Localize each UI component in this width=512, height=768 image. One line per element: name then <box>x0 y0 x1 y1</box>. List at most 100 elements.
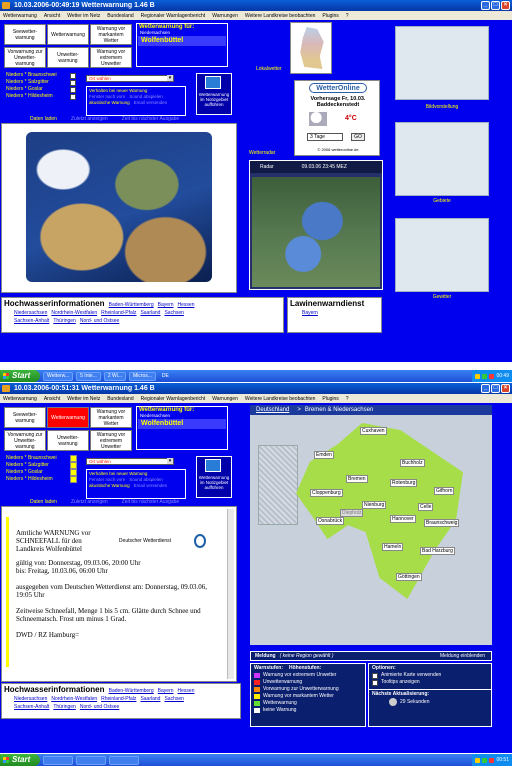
tab-hoehenstufen[interactable]: Höhenstufen: <box>289 665 321 671</box>
region-checkbox[interactable] <box>70 72 76 79</box>
link-saarland[interactable]: Saarland <box>140 310 160 316</box>
link-hessen[interactable]: Hessen <box>178 688 195 694</box>
menu-help[interactable]: ? <box>346 13 349 19</box>
region-item[interactable]: Nieders * Hildesheim <box>6 476 77 483</box>
tab-warnstufen[interactable]: Warnstufen: <box>254 665 283 671</box>
menu-bundesland[interactable]: Bundesland <box>107 396 133 402</box>
menu-wetter-im-netz[interactable]: Wetter im Netz <box>67 396 100 402</box>
seewetter-button[interactable]: Seewetter-warnung <box>4 24 46 45</box>
vorwarnung-button[interactable]: Vorwarnung zur Unwetter-warnung <box>4 430 46 451</box>
zuletzt-link[interactable]: Zuletzt anzeigen <box>71 499 108 505</box>
close-button[interactable]: × <box>501 1 510 10</box>
taskbar-button[interactable]: 2 Wi... <box>103 371 126 381</box>
language-indicator[interactable]: DE <box>162 373 169 379</box>
option-animated-map[interactable]: Animierte Karte verwenden <box>369 672 491 679</box>
region-checkbox[interactable] <box>70 93 76 100</box>
opt-akustisch[interactable]: akustische Warnung <box>89 483 130 489</box>
daten-laden-link[interactable]: Daten laden <box>30 116 57 122</box>
meldung-einblenden[interactable]: Meldung einblenden <box>440 652 485 660</box>
region-item[interactable]: Nieders * Goslar <box>6 469 77 476</box>
opt-akustisch[interactable]: akustische Warnung <box>89 100 130 106</box>
menu-plugins[interactable]: Plugins <box>322 13 338 19</box>
tray-icon[interactable] <box>482 373 488 379</box>
start-button[interactable]: Start <box>0 754 40 766</box>
menu-wetterwarnung[interactable]: Wetterwarnung <box>3 13 37 19</box>
link-niedersachsen[interactable]: Niedersachsen <box>14 310 47 316</box>
taskbar-button[interactable] <box>43 755 73 765</box>
region-item[interactable]: Nieders * Salzgitter <box>6 462 77 469</box>
tray-icon[interactable] <box>475 373 481 379</box>
ort-select[interactable]: Ort wählen <box>86 458 174 465</box>
daten-laden-link[interactable]: Daten laden <box>30 499 57 505</box>
extrem-button[interactable]: Warnung vor extremem Unwetter <box>90 47 132 68</box>
menu-landkreise[interactable]: Weitere Landkreise beobachten <box>245 396 316 402</box>
link-bayern[interactable]: Bayern <box>158 302 174 308</box>
link-bw[interactable]: Baden-Württemberg <box>109 302 154 308</box>
taskbar-button[interactable]: Micros... <box>129 371 156 381</box>
tray-icon[interactable] <box>475 757 481 763</box>
zeit-link[interactable]: Zeit bis nächster Ausgabe <box>122 116 180 122</box>
link-lawinen-bayern[interactable]: Bayern <box>302 310 318 316</box>
thumb-gebiete[interactable] <box>395 122 489 196</box>
checkbox-checked[interactable] <box>372 672 378 679</box>
menu-plugins[interactable]: Plugins <box>322 396 338 402</box>
link-bayern[interactable]: Bayern <box>158 688 174 694</box>
tray-icon[interactable] <box>489 757 495 763</box>
link-thueringen[interactable]: Thüringen <box>53 318 76 324</box>
option-tooltips[interactable]: Tooltips anzeigen <box>369 679 491 686</box>
extrem-button[interactable]: Warnung vor extremem Unwetter <box>90 430 132 451</box>
menu-wetterwarnung[interactable]: Wetterwarnung <box>3 396 37 402</box>
link-rlp[interactable]: Rheinland-Pfalz <box>101 310 136 316</box>
taskbar-button[interactable]: 5 Inte... <box>76 371 101 381</box>
close-button[interactable]: × <box>501 384 510 393</box>
thumb-gewitter[interactable] <box>395 218 489 292</box>
taskbar-button[interactable] <box>109 755 139 765</box>
region-checkbox[interactable] <box>70 86 76 93</box>
minimize-button[interactable]: _ <box>481 1 490 10</box>
menu-regionaler-warnlagenbericht[interactable]: Regionaler Warnlagenbericht <box>141 13 206 19</box>
region-item[interactable]: Nieders * Salzgitter <box>6 79 76 86</box>
tray-icon[interactable] <box>482 757 488 763</box>
vorwarnung-button[interactable]: Vorwarnung zur Unwetter-warnung <box>4 47 46 68</box>
region-checkbox[interactable] <box>70 79 76 86</box>
link-sachsen[interactable]: Sachsen <box>164 696 183 702</box>
days-select[interactable]: 3 Tage <box>307 133 343 141</box>
menu-warnungen[interactable]: Warnungen <box>212 396 238 402</box>
link-bw[interactable]: Baden-Württemberg <box>109 688 154 694</box>
wetterwarnung-button-active[interactable]: Wetterwarnung <box>47 407 89 428</box>
opt-email[interactable]: Email versenden <box>134 483 168 489</box>
seewetter-button[interactable]: Seewetter-warnung <box>4 407 46 428</box>
link-thueringen[interactable]: Thüringen <box>53 704 76 710</box>
thumb-bildvorstellung[interactable] <box>395 26 489 100</box>
taskbar-button[interactable]: Wetterw... <box>43 371 74 381</box>
link-sachsen-anhalt[interactable]: Sachsen-Anhalt <box>14 318 49 324</box>
tray-icon[interactable] <box>489 373 495 379</box>
markant-button[interactable]: Warnung vor markantem Wetter <box>90 24 132 45</box>
menu-landkreise[interactable]: Weitere Landkreise beobachten <box>245 13 316 19</box>
checkbox-checked[interactable] <box>372 679 378 686</box>
region-item[interactable]: Nieders * Hildesheim <box>6 93 76 100</box>
notify-tray-button[interactable]: Wetterwarnung im Notizgebiet aufführen <box>196 456 232 498</box>
region-item[interactable]: Nieders * Braunschwei <box>6 72 76 79</box>
start-button[interactable]: Start <box>0 370 40 382</box>
minimize-button[interactable]: _ <box>481 384 490 393</box>
title-bar[interactable]: 10.03.2006-00:51:31 Wetterwarnung 1.46 B… <box>0 383 512 394</box>
menu-warnungen[interactable]: Warnungen <box>212 13 238 19</box>
menu-regionaler-warnlagenbericht[interactable]: Regionaler Warnlagenbericht <box>141 396 206 402</box>
title-bar[interactable]: 10.03.2006-00:49:19 Wetterwarnung 1.46 B… <box>0 0 512 11</box>
ort-select[interactable]: Ort wählen <box>86 75 174 82</box>
maximize-button[interactable]: □ <box>491 1 500 10</box>
maximize-button[interactable]: □ <box>491 384 500 393</box>
link-nordsee[interactable]: Nord- und Ostsee <box>80 318 119 324</box>
link-saarland[interactable]: Saarland <box>140 696 160 702</box>
link-rlp[interactable]: Rheinland-Pfalz <box>101 696 136 702</box>
link-nrw[interactable]: Nordrhein-Westfalen <box>51 696 97 702</box>
menu-help[interactable]: ? <box>346 396 349 402</box>
region-item[interactable]: Nieders * Braunschwei <box>6 455 77 462</box>
region-item[interactable]: Nieders * Goslar <box>6 86 76 93</box>
notify-tray-button[interactable]: Wetterwarnung im Notizgebiet aufführen <box>196 73 232 115</box>
germany-map[interactable] <box>290 22 332 74</box>
link-niedersachsen[interactable]: Niedersachsen <box>14 696 47 702</box>
taskbar-button[interactable] <box>76 755 106 765</box>
link-nrw[interactable]: Nordrhein-Westfalen <box>51 310 97 316</box>
